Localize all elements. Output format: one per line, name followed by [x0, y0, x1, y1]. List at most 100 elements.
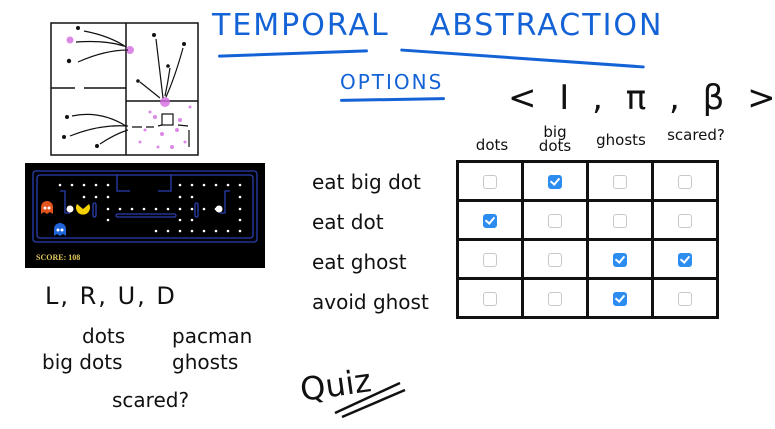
pellet [154, 207, 158, 211]
checkbox-scared[interactable] [678, 253, 692, 267]
pellet [106, 207, 110, 211]
grid-cell [651, 160, 719, 202]
score-text: SCORE: 108 [36, 253, 81, 262]
pellet [94, 195, 98, 199]
row-label: avoid ghost [312, 290, 429, 314]
pellet [238, 207, 242, 211]
pellet [94, 183, 98, 187]
grid-cell [456, 199, 524, 241]
actions-text: L, R, U, D [45, 282, 177, 310]
title-word-temporal: TEMPORAL [212, 8, 390, 43]
option-tuple: < I , π , β > [508, 78, 775, 118]
pellet [214, 229, 218, 233]
feature-ghosts: ghosts [172, 350, 239, 374]
grid-cell [456, 277, 524, 319]
checkbox-scared[interactable] [678, 292, 692, 306]
column-header-ghosts: ghosts [596, 131, 646, 149]
row-label: eat big dot [312, 170, 421, 194]
pellet [166, 229, 170, 233]
feature-big-dots: big dots [42, 350, 123, 374]
lecture-slide: SCORE: 108 TEMPORAL ABSTRACTION OPTIONS <… [0, 0, 775, 429]
column-header-dots: dots [475, 136, 509, 154]
grid-cell [651, 277, 719, 319]
pellet [166, 207, 170, 211]
pellet [130, 207, 134, 211]
checkbox-dots[interactable] [483, 253, 497, 267]
pellet [178, 229, 182, 233]
pellet [106, 183, 110, 187]
feature-scared: scared? [112, 388, 190, 412]
grid-cell [586, 160, 654, 202]
grid-cell [521, 160, 589, 202]
quiz-underline [334, 381, 406, 419]
pellet [190, 183, 194, 187]
grid-cell [586, 277, 654, 319]
checkbox-ghosts[interactable] [613, 253, 627, 267]
pellet [238, 218, 242, 222]
checkbox-scared[interactable] [678, 175, 692, 189]
options-underline [339, 97, 446, 102]
pellet [202, 229, 206, 233]
pellet [238, 195, 242, 199]
pellet [82, 195, 86, 199]
column-header-big-dots: big dots [538, 123, 572, 155]
pellet [202, 183, 206, 187]
pellet [226, 183, 230, 187]
pellet [238, 229, 242, 233]
row-label: eat dot [312, 210, 384, 234]
checkbox-ghosts[interactable] [613, 292, 627, 306]
checkbox-dots[interactable] [483, 214, 497, 228]
checkbox-big-dots[interactable] [548, 214, 562, 228]
row-label: eat ghost [312, 250, 407, 274]
title-underline [400, 48, 645, 69]
title-underline [217, 49, 369, 58]
grid-cell [651, 199, 719, 241]
pellet [178, 195, 182, 199]
pellet [190, 229, 194, 233]
quiz-grid [456, 160, 719, 319]
pellet [106, 218, 110, 222]
grid-cell [521, 277, 589, 319]
pacman-game-screen: SCORE: 108 [25, 163, 265, 268]
pellet [70, 183, 74, 187]
pellet [202, 207, 206, 211]
checkbox-ghosts[interactable] [613, 214, 627, 228]
orange-ghost-icon [41, 201, 53, 214]
feature-pacman: pacman [172, 324, 253, 348]
grid-cell [651, 238, 719, 280]
options-heading: OPTIONS [340, 70, 444, 94]
pellet [178, 218, 182, 222]
pellet [238, 183, 242, 187]
pellet [118, 207, 122, 211]
blue-ghost-icon [54, 223, 66, 236]
grid-row [456, 199, 719, 241]
grid-row [456, 238, 719, 280]
column-header-scared: scared? [667, 126, 725, 144]
pellet [154, 229, 158, 233]
pellet [106, 195, 110, 199]
checkbox-big-dots[interactable] [548, 175, 562, 189]
grid-cell [521, 238, 589, 280]
pellet [190, 195, 194, 199]
pellet [190, 218, 194, 222]
grid-cell [456, 160, 524, 202]
options-diagram [50, 22, 199, 156]
pellet [82, 183, 86, 187]
checkbox-big-dots[interactable] [548, 292, 562, 306]
checkbox-dots[interactable] [483, 175, 497, 189]
grid-cell [521, 199, 589, 241]
pellet [190, 207, 194, 211]
title-word-abstraction: ABSTRACTION [429, 8, 664, 43]
slide-title: TEMPORAL ABSTRACTION [212, 8, 663, 43]
grid-cell [586, 199, 654, 241]
pellet [178, 183, 182, 187]
pellet [142, 207, 146, 211]
grid-cell [586, 238, 654, 280]
checkbox-scared[interactable] [678, 214, 692, 228]
checkbox-dots[interactable] [483, 292, 497, 306]
feature-dots: dots [82, 324, 126, 348]
checkbox-ghosts[interactable] [613, 175, 627, 189]
pellet [226, 229, 230, 233]
checkbox-big-dots[interactable] [548, 253, 562, 267]
pacman-icon [76, 204, 90, 215]
